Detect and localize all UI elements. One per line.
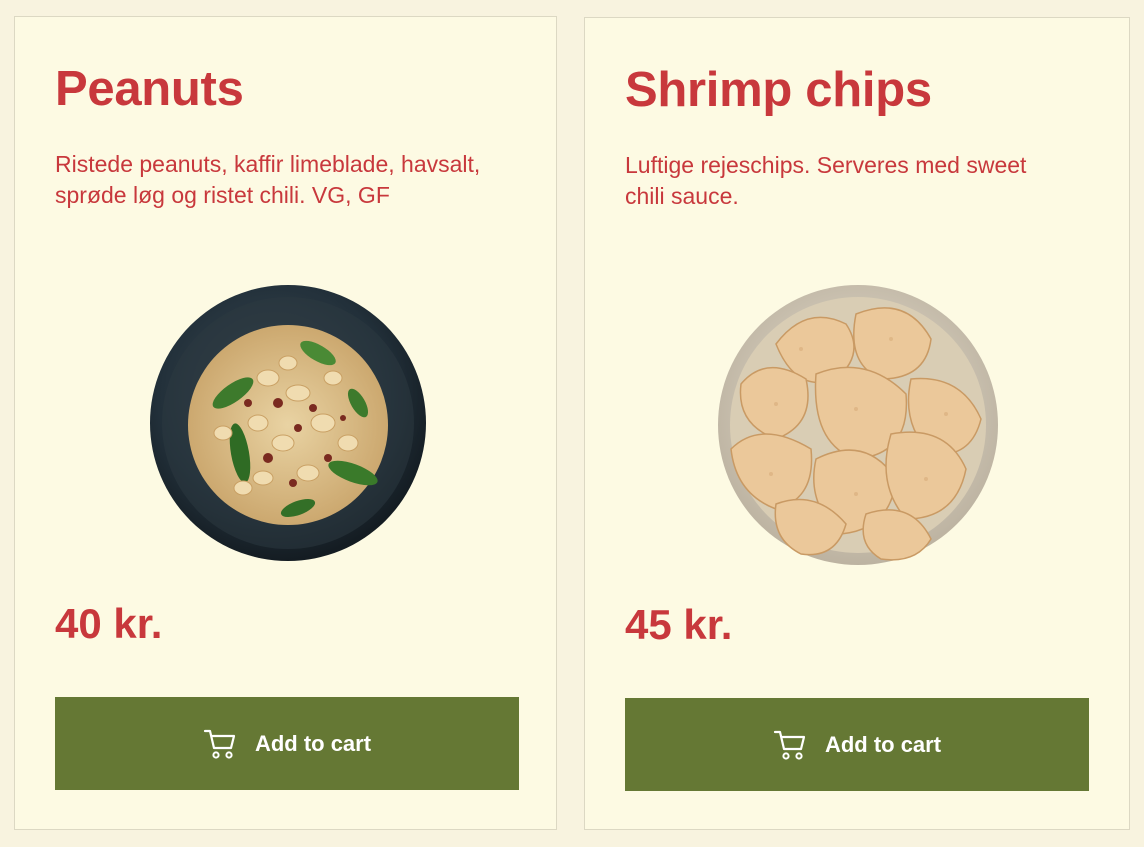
product-description: Luftige rejeschips. Serveres med sweet c…	[625, 152, 1027, 209]
add-to-cart-label: Add to cart	[824, 731, 942, 757]
product-card-shrimp-chips: Shrimp chips Luftige rejeschips. Servere…	[584, 17, 1130, 830]
cart-icon	[773, 730, 806, 760]
cart-icon	[203, 729, 236, 759]
add-to-cart-label: Add to cart	[254, 730, 372, 756]
product-price: 45 kr.	[625, 601, 733, 648]
product-description: Ristede peanuts, kaffir limeblade, havsa…	[55, 151, 481, 208]
peanuts-bowl-image	[150, 285, 426, 561]
add-to-cart-button[interactable]: Add to cart	[55, 697, 519, 790]
shrimp-chips-bowl-image	[718, 285, 998, 565]
product-title: Peanuts	[55, 62, 244, 116]
add-to-cart-button[interactable]: Add to cart	[625, 698, 1089, 791]
product-price: 40 kr.	[55, 600, 163, 647]
product-title: Shrimp chips	[625, 63, 932, 117]
product-card-peanuts: Peanuts Ristede peanuts, kaffir limeblad…	[14, 16, 557, 830]
